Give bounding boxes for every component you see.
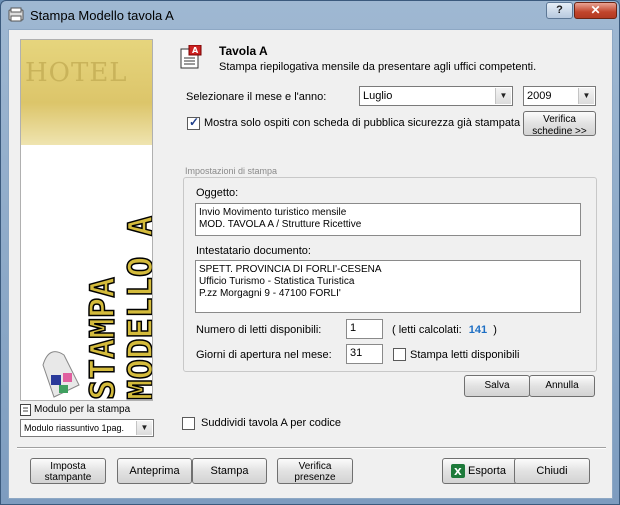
beds-input[interactable]: 1: [346, 319, 383, 339]
year-select[interactable]: 2009 ▼: [523, 86, 596, 106]
banner-line2: MODELLO A: [121, 216, 153, 400]
settings-group-title: Impostazioni di stampa: [185, 166, 278, 176]
split-by-code-label: Suddividi tavola A per codice: [201, 417, 342, 429]
subject-line: Invio Movimento turistico mensile: [199, 207, 347, 218]
printed-only-checkbox[interactable]: [187, 115, 200, 130]
excel-icon: X: [451, 464, 465, 478]
beds-calc-prefix: ( letti calcolati:: [392, 324, 462, 336]
close-button[interactable]: Chiudi: [514, 458, 590, 484]
verify-presence-line1: Verifica: [298, 461, 332, 472]
chevron-down-icon[interactable]: ▼: [578, 88, 594, 104]
subject-textarea[interactable]: Invio Movimento turistico mensile MOD. T…: [195, 203, 581, 236]
preview-button[interactable]: Anteprima: [117, 458, 192, 484]
days-input[interactable]: 31: [346, 344, 383, 364]
recipient-line: P.zz Morgagni 9 - 47100 FORLI': [199, 288, 341, 299]
month-select[interactable]: Luglio ▼: [359, 86, 513, 106]
stampa-modello-graphic: STAMPA MODELLO A: [82, 215, 153, 400]
cancel-button[interactable]: Annulla: [529, 375, 595, 397]
printer-setup-line2: stampante: [44, 472, 92, 483]
save-button[interactable]: Salva: [464, 375, 530, 397]
document-report-icon: A: [180, 45, 202, 69]
subject-line: MOD. TAVOLA A / Strutture Ricettive: [199, 219, 362, 230]
printer-setup-line1: Imposta: [50, 461, 86, 472]
dialog-window: Stampa Modello tavola A ? ✕ HOTEL STAMPA…: [0, 0, 620, 505]
app-icon: [8, 7, 24, 22]
print-beds-label: Stampa letti disponibili: [410, 349, 520, 361]
period-label: Selezionare il mese e l'anno:: [186, 91, 327, 103]
hotel-image: HOTEL: [21, 40, 152, 145]
verify-records-line1: Verifica: [543, 114, 576, 125]
module-select[interactable]: Modulo riassuntivo 1pag. ▼: [20, 419, 154, 437]
verify-records-button[interactable]: Verifica schedine >>: [523, 111, 596, 137]
recipient-textarea[interactable]: SPETT. PROVINCIA DI FORLI'-CESENA Uffici…: [195, 260, 581, 313]
printer-mascot-icon: [42, 351, 80, 398]
window-title: Stampa Modello tavola A: [30, 8, 174, 23]
title-bar[interactable]: Stampa Modello tavola A ? ✕: [1, 1, 619, 29]
verify-records-line2: schedine >>: [532, 126, 587, 137]
printed-only-label: Mostra solo ospiti con scheda di pubblic…: [204, 117, 521, 129]
recipient-line: Ufficio Turismo - Statistica Turistica: [199, 276, 355, 287]
export-button[interactable]: X Esporta: [442, 458, 518, 484]
svg-text:X: X: [454, 467, 462, 478]
side-banner: HOTEL STAMPA MODELLO A: [20, 39, 153, 401]
module-label: Modulo per la stampa: [34, 404, 131, 415]
footer-divider: [17, 447, 606, 449]
help-button[interactable]: ?: [546, 2, 573, 19]
module-value: Modulo riassuntivo 1pag.: [24, 423, 125, 433]
print-beds-checkbox[interactable]: [393, 348, 406, 361]
month-value: Luglio: [363, 90, 393, 102]
recipient-label: Intestatario documento:: [196, 245, 311, 257]
subject-label: Oggetto:: [196, 187, 239, 199]
close-window-button[interactable]: ✕: [574, 2, 617, 19]
dialog-body: HOTEL STAMPA MODELLO A A Tavola A Stampa…: [8, 29, 613, 499]
chevron-down-icon[interactable]: ▼: [495, 88, 511, 104]
days-label: Giorni di apertura nel mese:: [196, 349, 332, 361]
beds-calculated: ( letti calcolati: 141 ): [392, 324, 497, 336]
chevron-down-icon[interactable]: ▼: [136, 421, 152, 435]
banner-line1: STAMPA: [83, 277, 123, 400]
split-by-code-checkbox[interactable]: [182, 417, 195, 430]
verify-presence-button[interactable]: Verifica presenze: [277, 458, 353, 484]
header-subtitle: Stampa riepilogativa mensile da presenta…: [219, 61, 537, 73]
beds-calc-value: 141: [468, 324, 488, 336]
printer-setup-button[interactable]: Imposta stampante: [30, 458, 106, 484]
recipient-line: SPETT. PROVINCIA DI FORLI'-CESENA: [199, 264, 382, 275]
beds-calc-suffix: ): [493, 324, 497, 336]
verify-presence-line2: presenze: [294, 472, 336, 483]
document-icon: [20, 404, 31, 416]
print-button[interactable]: Stampa: [192, 458, 267, 484]
header-title: Tavola A: [219, 44, 268, 58]
svg-text:A: A: [192, 46, 199, 55]
hotel-word: HOTEL: [25, 58, 128, 88]
beds-label: Numero di letti disponibili:: [196, 324, 322, 336]
year-value: 2009: [527, 90, 552, 102]
